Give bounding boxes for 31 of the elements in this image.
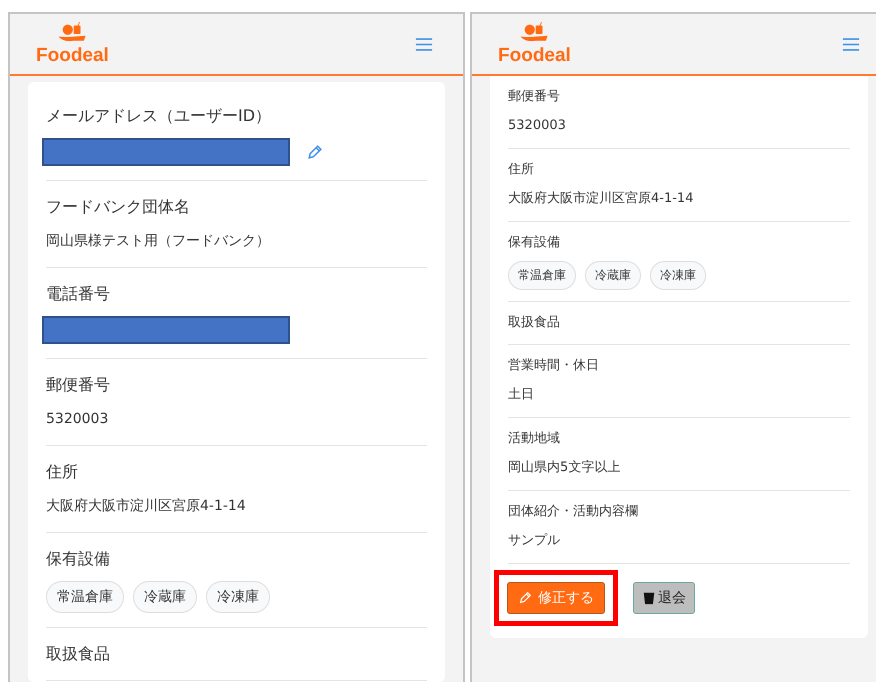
field-label: 郵便番号 (508, 88, 561, 106)
field-label: 活動地域 (508, 430, 561, 448)
field-label: 住所 (508, 161, 535, 179)
app-logo-text: Foodeal (36, 46, 109, 66)
field-label: 住所 (46, 461, 79, 483)
field-value: 岡山県様テスト用（フードバンク） (46, 232, 271, 251)
equipment-chip: 冷凍庫 (206, 581, 270, 613)
field-value: サンプル (508, 532, 561, 550)
field-label: 営業時間・休日 (508, 357, 600, 375)
field-label: 取扱食品 (46, 643, 111, 665)
field-label: 取扱食品 (508, 314, 561, 332)
equipment-chip: 冷蔵庫 (133, 581, 197, 613)
field-value: 大阪府大阪市淀川区宮原4-1-14 (508, 190, 694, 208)
app-logo-text: Foodeal (498, 46, 571, 66)
field-label: 郵便番号 (46, 374, 111, 396)
field-label: メールアドレス（ユーザーID） (46, 105, 272, 127)
equipment-chip: 冷凍庫 (650, 261, 706, 290)
field-label: 電話番号 (46, 283, 111, 305)
field-value: 5320003 (508, 117, 567, 135)
equipment-chip: 常温倉庫 (46, 581, 124, 613)
field-label: フードバンク団体名 (46, 196, 191, 218)
field-label: 団体紹介・活動内容欄 (508, 503, 639, 521)
field-label: 保有設備 (46, 548, 111, 570)
equipment-chip: 冷蔵庫 (585, 261, 641, 290)
withdraw-button[interactable]: 退会 (633, 582, 695, 614)
field-value: 土日 (508, 386, 535, 404)
field-label: 保有設備 (508, 234, 561, 252)
field-value: 岡山県内5文字以上 (508, 459, 622, 477)
field-value: 大阪府大阪市淀川区宮原4-1-14 (46, 497, 247, 516)
field-value: 5320003 (46, 410, 110, 429)
equipment-chip: 常温倉庫 (508, 261, 576, 290)
